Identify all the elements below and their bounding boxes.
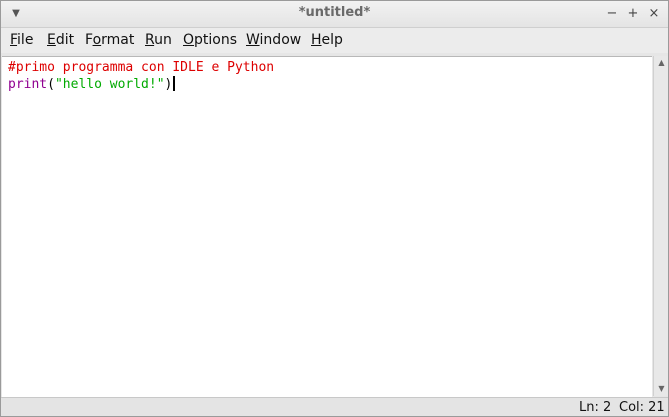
code-editor[interactable]: #primo programma con IDLE e Python print… (2, 56, 652, 397)
menu-options[interactable]: Options (183, 32, 237, 48)
code-line-1: #primo programma con IDLE e Python (8, 59, 274, 76)
status-column: Col: 21 (619, 400, 665, 415)
menu-file-label: ile (17, 32, 34, 48)
menu-run[interactable]: Run (145, 32, 172, 48)
menu-bar: File Edit Format Run Options Window Help (1, 28, 668, 53)
maximize-icon[interactable]: + (625, 5, 641, 23)
menu-run-mnemonic: R (145, 32, 155, 48)
scroll-down-icon[interactable]: ▼ (654, 382, 668, 396)
code-paren-open: ( (47, 77, 55, 92)
status-bar: Ln: 2 Col: 21 (1, 397, 668, 416)
idle-editor-window: ▼ *untitled* − + × File Edit Format Run … (0, 0, 669, 417)
code-builtin-print: print (8, 77, 48, 92)
text-cursor (173, 76, 176, 91)
menu-format[interactable]: Format (85, 32, 134, 48)
minimize-icon[interactable]: − (604, 5, 620, 23)
menu-window-mnemonic: W (246, 32, 260, 48)
title-bar[interactable]: ▼ *untitled* − + × (1, 1, 668, 28)
scroll-up-icon[interactable]: ▲ (654, 56, 668, 70)
menu-window[interactable]: Window (246, 32, 301, 48)
menu-file[interactable]: File (10, 32, 33, 48)
menu-options-mnemonic: O (183, 32, 195, 48)
code-line-2: print("hello world!") (8, 76, 176, 93)
code-string: "hello world!" (54, 77, 165, 92)
menu-edit-label: dit (55, 32, 75, 48)
menu-help-label: elp (321, 32, 343, 48)
menu-format-prefix: F (85, 32, 93, 48)
menu-help-mnemonic: H (311, 32, 322, 48)
close-icon[interactable]: × (646, 5, 662, 23)
menu-file-mnemonic: F (10, 32, 18, 48)
menu-help[interactable]: Help (311, 32, 343, 48)
code-paren-close: ) (164, 77, 173, 92)
menu-window-label: indow (259, 32, 302, 48)
status-line: Ln: 2 (579, 400, 612, 415)
menu-edit[interactable]: Edit (47, 32, 74, 48)
window-title: *untitled* (298, 5, 371, 20)
code-comment: #primo programma con IDLE e Python (8, 60, 275, 75)
vertical-scrollbar[interactable]: ▲ ▼ (653, 56, 668, 396)
menu-format-label: rmat (101, 32, 135, 48)
menu-options-label: ptions (194, 32, 238, 48)
menu-format-mnemonic: o (92, 32, 102, 48)
menu-run-label: un (154, 32, 172, 48)
menu-edit-mnemonic: E (47, 32, 56, 48)
